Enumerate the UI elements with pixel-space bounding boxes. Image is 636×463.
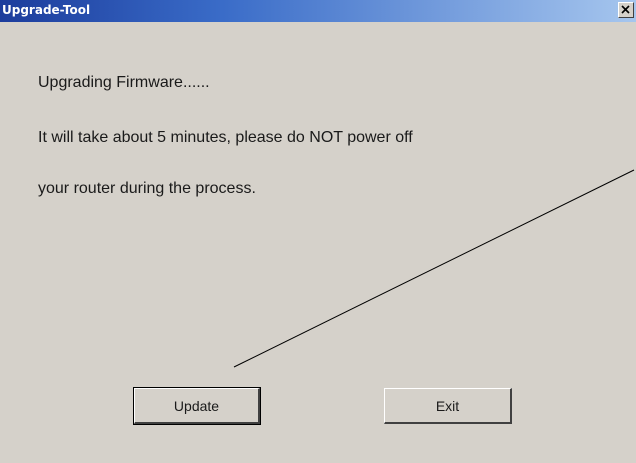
close-button[interactable] bbox=[618, 2, 634, 18]
window-title: Upgrade-Tool bbox=[2, 3, 91, 17]
close-icon bbox=[621, 5, 630, 14]
title-bar[interactable]: Upgrade-Tool bbox=[0, 0, 636, 22]
status-message: Upgrading Firmware...... bbox=[38, 74, 210, 91]
warning-message-line2: your router during the process. bbox=[38, 180, 256, 197]
update-button[interactable]: Update bbox=[133, 387, 261, 425]
exit-button[interactable]: Exit bbox=[384, 388, 512, 424]
annotation-line bbox=[233, 169, 635, 368]
upgrade-tool-window: Upgrade-Tool Upgrading Firmware...... It… bbox=[0, 0, 636, 463]
warning-message-line1: It will take about 5 minutes, please do … bbox=[38, 129, 413, 146]
